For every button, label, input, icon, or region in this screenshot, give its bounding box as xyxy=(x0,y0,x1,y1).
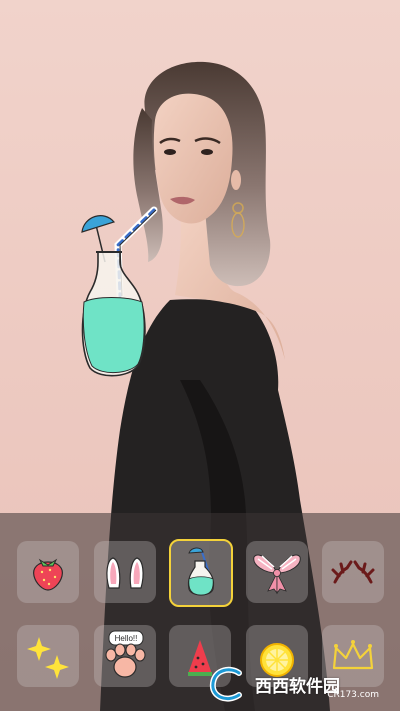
pink-bow-icon xyxy=(253,554,301,595)
paw-hello-text: Hello!! xyxy=(115,634,138,643)
sticker-bunny-ears[interactable] xyxy=(94,541,156,603)
sticker-paw-hello[interactable]: Hello!! xyxy=(94,625,156,687)
sticker-pink-bow[interactable] xyxy=(246,541,308,603)
sticker-strawberry[interactable] xyxy=(17,541,79,603)
antlers-icon xyxy=(331,560,375,584)
watermark-c-icon xyxy=(209,666,242,702)
sticker-antlers[interactable] xyxy=(322,541,384,603)
strawberry-icon xyxy=(33,558,63,591)
watermark-logo: 西西软件园 CR173.com xyxy=(205,664,397,704)
drink-bottle-icon xyxy=(187,547,215,596)
watermark-subtext: CR173.com xyxy=(327,690,379,700)
bunny-ears-icon xyxy=(106,557,144,589)
sticker-drink-bottle[interactable] xyxy=(169,539,233,607)
paw-hello-icon: Hello!! xyxy=(105,630,146,678)
sparkles-icon xyxy=(27,637,69,679)
sticker-sparkles[interactable] xyxy=(17,625,79,687)
